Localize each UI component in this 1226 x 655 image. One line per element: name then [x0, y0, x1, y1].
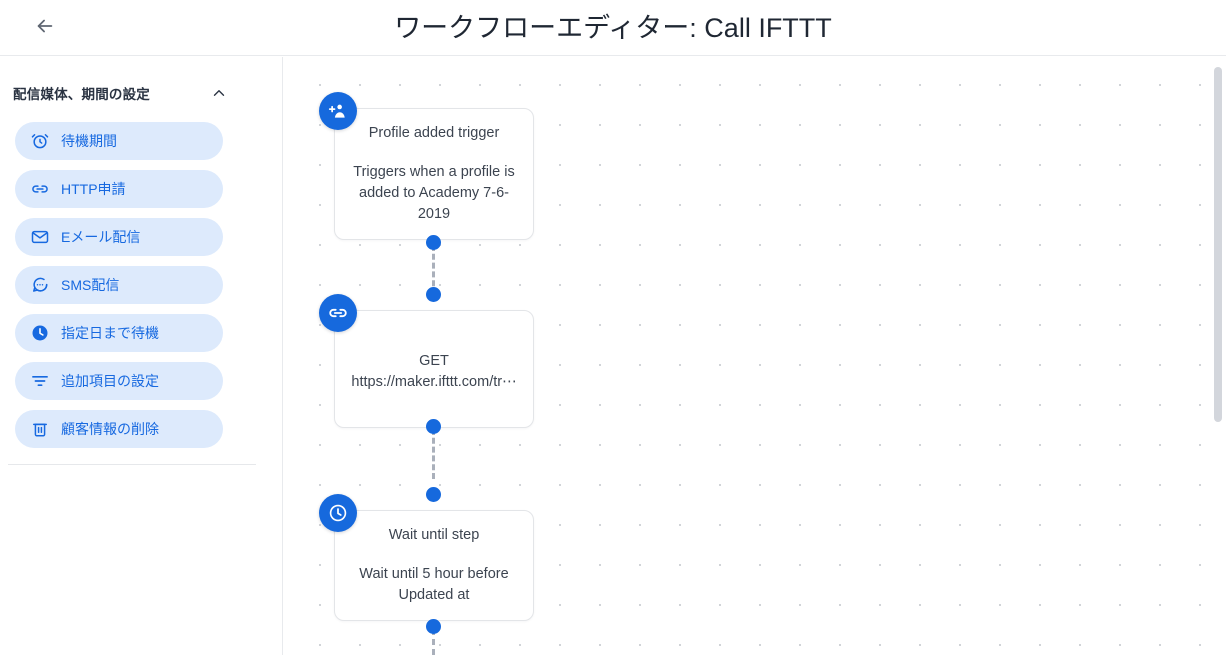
sidebar-item-delete-customer-info[interactable]: 顧客情報の削除 — [15, 410, 223, 448]
workflow-node-http-get[interactable]: GET https://maker.ifttt.com/tr⋯ — [334, 310, 534, 428]
workflow-node-wait-until-step[interactable]: Wait until step Wait until 5 hour before… — [334, 510, 534, 621]
sidebar-item-label: 指定日まで待機 — [61, 325, 159, 341]
sidebar-item-label: 顧客情報の削除 — [61, 421, 159, 437]
connector-dot[interactable] — [426, 419, 441, 434]
connector-dot[interactable] — [426, 287, 441, 302]
filter-icon — [29, 370, 51, 392]
sidebar-item-label: Eメール配信 — [61, 229, 141, 245]
connector-line — [432, 429, 435, 479]
node-title: Wait until step — [388, 527, 480, 543]
link-icon — [29, 178, 51, 200]
node-description: Triggers when a profile is added to Acad… — [353, 164, 515, 222]
sidebar-item-sms-delivery[interactable]: SMS配信 — [15, 266, 223, 304]
node-title: GET — [419, 353, 449, 369]
sidebar-item-label: HTTP申請 — [61, 181, 126, 197]
sidebar-item-label: SMS配信 — [61, 277, 120, 293]
person-add-icon — [327, 100, 349, 122]
alarm-clock-icon — [29, 130, 51, 152]
sidebar-item-wait-until-date[interactable]: 指定日まで待機 — [15, 314, 223, 352]
workflow-canvas[interactable]: Profile added trigger Triggers when a pr… — [284, 57, 1226, 655]
vertical-scrollbar[interactable] — [1211, 57, 1226, 655]
node-title: Profile added trigger — [368, 125, 500, 141]
link-icon — [327, 302, 349, 324]
node-icon-badge-link[interactable] — [319, 294, 357, 332]
node-description: https://maker.ifttt.com/tr⋯ — [351, 374, 517, 390]
workflow-node-profile-added-trigger[interactable]: Profile added trigger Triggers when a pr… — [334, 108, 534, 240]
node-icon-badge-clock[interactable] — [319, 494, 357, 532]
sidebar-item-label: 追加項目の設定 — [61, 373, 159, 389]
sidebar: 配信媒体、期間の設定 待機期間 HTTP申請 Eメール配信 SMS配信 指定日ま… — [0, 57, 283, 655]
envelope-icon — [29, 226, 51, 248]
chevron-up-icon[interactable] — [210, 84, 228, 102]
sidebar-item-list: 待機期間 HTTP申請 Eメール配信 SMS配信 指定日まで待機 追加項目の設定… — [0, 122, 282, 458]
sidebar-item-label: 待機期間 — [61, 133, 117, 149]
sidebar-item-wait-period[interactable]: 待機期間 — [15, 122, 223, 160]
sidebar-section-title: 配信媒体、期間の設定 — [13, 87, 150, 102]
sidebar-item-email-delivery[interactable]: Eメール配信 — [15, 218, 223, 256]
sidebar-section-header[interactable]: 配信媒体、期間の設定 — [13, 79, 228, 107]
clock-filled-icon — [29, 322, 51, 344]
node-description: Wait until 5 hour before Updated at — [359, 566, 509, 603]
connector-dot[interactable] — [426, 487, 441, 502]
connector-dot[interactable] — [426, 235, 441, 250]
page-title: ワークフローエディター: Call IFTTT — [394, 13, 832, 43]
chat-bubble-icon — [29, 274, 51, 296]
clock-filled-icon — [327, 502, 349, 524]
workflow-editor-page: ワークフローエディター: Call IFTTT 配信媒体、期間の設定 待機期間 … — [0, 0, 1226, 655]
vertical-scrollbar-thumb[interactable] — [1214, 67, 1222, 422]
sidebar-item-http-request[interactable]: HTTP申請 — [15, 170, 223, 208]
connector-dot[interactable] — [426, 619, 441, 634]
workflow-canvas-container[interactable]: Profile added trigger Triggers when a pr… — [284, 57, 1226, 655]
trash-icon — [29, 418, 51, 440]
app-header: ワークフローエディター: Call IFTTT — [0, 0, 1226, 56]
node-icon-badge-person-add[interactable] — [319, 92, 357, 130]
sidebar-item-additional-fields[interactable]: 追加項目の設定 — [15, 362, 223, 400]
sidebar-divider — [8, 464, 256, 465]
